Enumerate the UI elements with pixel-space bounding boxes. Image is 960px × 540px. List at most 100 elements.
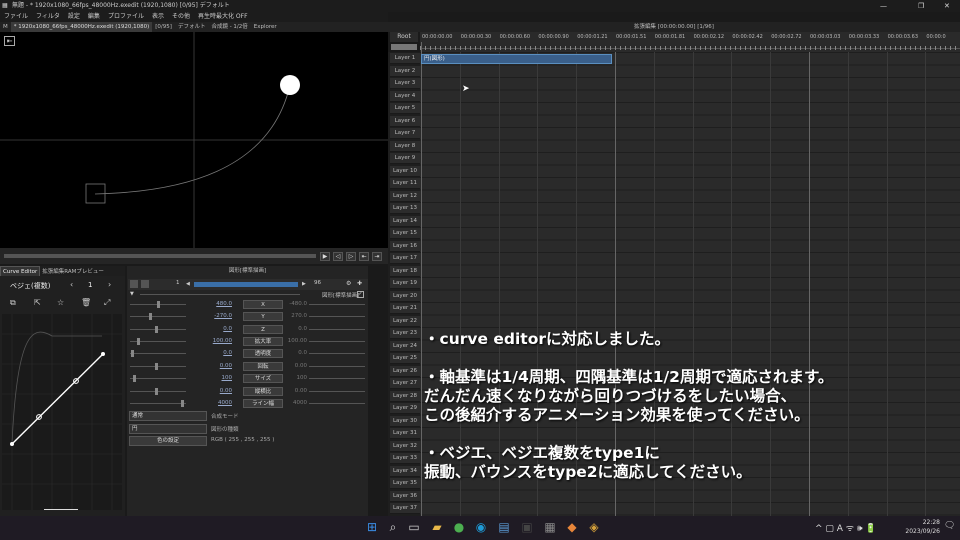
edge-icon[interactable]: ◉ (474, 520, 488, 534)
root-button[interactable]: Root (390, 32, 418, 42)
aviutl-icon[interactable]: ▦ (543, 520, 557, 534)
tab-project[interactable]: * 1920x1080_66fps_48000Hz.exedit (1920,1… (10, 22, 153, 32)
param-z-button[interactable]: Z (243, 325, 283, 334)
menu-edit[interactable]: 編集 (88, 12, 100, 22)
tab-explorer[interactable]: Explorer (251, 22, 280, 32)
layer-header[interactable]: Layer 7 (390, 128, 420, 139)
param-opacity-start[interactable]: 0.0 (212, 350, 232, 356)
layer-header[interactable]: Layer 27 (390, 378, 420, 389)
lock-toggle[interactable] (141, 280, 149, 288)
expand-icon[interactable]: ⤢ (104, 298, 110, 308)
task-view-icon[interactable]: ▭ (407, 520, 421, 534)
tab-curve-editor[interactable]: Curve Editor (0, 266, 41, 276)
blend-mode-select[interactable]: 通常 (129, 411, 207, 421)
layer-header[interactable]: Layer 3 (390, 78, 420, 89)
copy-icon[interactable]: ⧉ (10, 298, 16, 308)
menu-file[interactable]: ファイル (4, 12, 28, 22)
layer-header[interactable]: Layer 31 (390, 428, 420, 439)
layer-header[interactable]: Layer 37 (390, 503, 420, 514)
param-rotation-start[interactable]: 0.00 (212, 363, 232, 369)
video-preview[interactable]: ⇤ (0, 32, 388, 248)
tab-ram-preview[interactable]: 拡張編集RAMプレビュー (40, 267, 106, 276)
timeline-ruler[interactable]: 00:00:00.00 00:00:00.30 00:00:00.60 00:00:0… (420, 32, 960, 52)
param-scale-start[interactable]: 100.00 (212, 338, 232, 344)
minimize-button[interactable]: — (880, 0, 887, 12)
color-button[interactable]: 色の設定 (129, 436, 207, 446)
layer-header[interactable]: Layer 28 (390, 390, 420, 402)
layer-header[interactable]: Layer 34 (390, 465, 420, 477)
layer-header[interactable]: Layer 6 (390, 115, 420, 127)
notification-icon[interactable]: 🗨 (944, 521, 955, 531)
curve-mode-select[interactable]: ベジェ(複数) (10, 281, 50, 291)
layer-header[interactable]: Layer 32 (390, 440, 420, 452)
layer-header[interactable]: Layer 14 (390, 215, 420, 227)
menu-view[interactable]: 表示 (152, 12, 164, 22)
layer-header[interactable]: Layer 35 (390, 478, 420, 489)
layer-header[interactable]: Layer 19 (390, 278, 420, 289)
param-rotation-end[interactable]: 0.00 (285, 363, 307, 369)
menu-filter[interactable]: フィルタ (36, 12, 60, 22)
layer-header[interactable]: Layer 36 (390, 490, 420, 502)
chrome-icon[interactable]: ● (452, 520, 466, 534)
blender-icon[interactable]: ◆ (565, 520, 579, 534)
layer-header[interactable]: Layer 25 (390, 353, 420, 364)
layer-header[interactable]: Layer 17 (390, 253, 420, 264)
param-x-button[interactable]: X (243, 300, 283, 309)
tab-zoom[interactable]: 合成鏡 - 1/2倍 (208, 22, 250, 32)
play-icon[interactable]: ▶ (320, 252, 330, 261)
param-scale-button[interactable]: 拡大率 (243, 337, 283, 346)
go-start-icon[interactable]: ⇤ (359, 252, 369, 261)
tab-m[interactable]: M (0, 22, 11, 32)
param-scale-end[interactable]: 100.00 (285, 338, 307, 344)
object-time-slider[interactable] (140, 294, 300, 295)
layer-header[interactable]: Layer 23 (390, 328, 420, 339)
layer-header[interactable]: Layer 12 (390, 190, 420, 202)
windows-start-icon[interactable]: ⊞ (365, 520, 379, 534)
param-y-end[interactable]: 270.0 (285, 313, 307, 319)
notepad-icon[interactable]: ▤ (497, 520, 511, 534)
layer-header[interactable]: Layer 13 (390, 203, 420, 214)
layer-header[interactable]: Layer 11 (390, 178, 420, 189)
menu-maximize-playback[interactable]: 再生時最大化 OFF (198, 12, 248, 22)
file-explorer-icon[interactable]: ▰ (430, 520, 444, 534)
export-icon[interactable]: ⇱ (34, 298, 41, 307)
param-linewidth-button[interactable]: ライン幅 (243, 399, 283, 408)
param-aspect-end[interactable]: 0.00 (285, 388, 307, 394)
menu-profile[interactable]: プロファイル (108, 12, 144, 22)
layer-header[interactable]: Layer 8 (390, 140, 420, 152)
root-scroll[interactable] (391, 44, 417, 50)
frame-prev-icon[interactable]: ◀ (186, 281, 190, 287)
back-arrow-icon[interactable]: ⇤ (4, 36, 15, 46)
star-icon[interactable]: ☆ (57, 298, 64, 307)
layer-header[interactable]: Layer 30 (390, 415, 420, 427)
param-opacity-end[interactable]: 0.0 (285, 350, 307, 356)
layer-header[interactable]: Layer 10 (390, 165, 420, 177)
param-y-start[interactable]: -270.0 (212, 313, 232, 319)
frame-range-slider[interactable] (194, 282, 298, 287)
param-x-end[interactable]: -480.0 (285, 301, 307, 307)
layer-header[interactable]: Layer 5 (390, 103, 420, 114)
frame-next-icon[interactable]: ▶ (302, 281, 306, 287)
terminal-icon[interactable]: ▣ (520, 520, 534, 534)
trash-icon[interactable]: 🗑 (81, 298, 91, 307)
layer-header[interactable]: Layer 20 (390, 290, 420, 302)
layer-header[interactable]: Layer 16 (390, 240, 420, 252)
playhead[interactable] (421, 42, 422, 516)
next-frame-icon[interactable]: ▷ (346, 252, 356, 261)
param-size-start[interactable]: 100 (212, 375, 233, 381)
prev-curve-button[interactable]: ‹ (70, 280, 73, 289)
close-button[interactable]: ✕ (944, 0, 950, 12)
prev-frame-icon[interactable]: ◁ (333, 252, 343, 261)
timeline-clip[interactable]: 円(図形) (421, 54, 612, 64)
param-linewidth-start[interactable]: 4000 (212, 400, 232, 406)
param-z-start[interactable]: 0.0 (212, 326, 232, 332)
param-size-end[interactable]: 100 (285, 375, 308, 381)
system-tray[interactable]: ^ ▢ A ᯤ 🕪 🔋 (815, 521, 877, 534)
mode-toggle[interactable] (130, 280, 138, 288)
collapse-icon[interactable]: ▼ (130, 291, 134, 297)
shape-type-select[interactable]: 円 (129, 424, 207, 434)
param-x-start[interactable]: 480.0 (212, 301, 232, 307)
curve-graph[interactable] (2, 314, 122, 510)
layer-header[interactable]: Layer 15 (390, 228, 420, 239)
enable-checkbox[interactable]: ✓ (357, 291, 364, 298)
